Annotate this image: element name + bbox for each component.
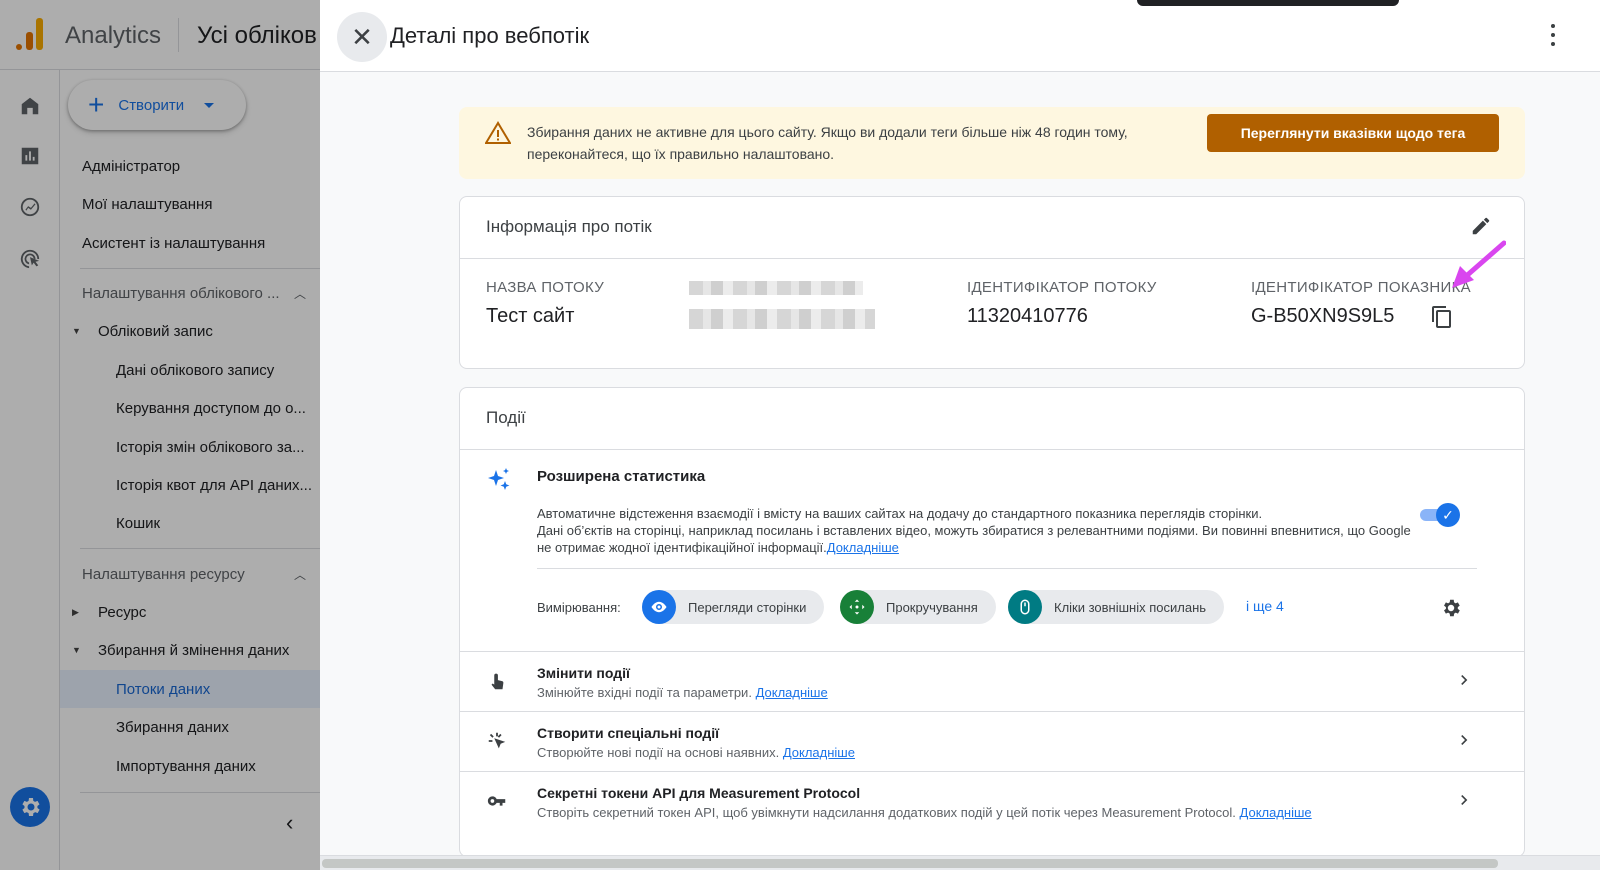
enhanced-measurement-title: Розширена статистика (537, 468, 706, 485)
row-subtitle: Змінюйте вхідні події та параметри. Докл… (537, 685, 828, 700)
stream-name-value: Тест сайт (486, 305, 575, 327)
row-title: Змінити події (537, 665, 630, 681)
create-custom-events-row[interactable]: Створити спеціальні події Створюйте нові… (460, 711, 1524, 771)
scroll-icon (840, 590, 874, 624)
web-stream-details-panel: ✕ Деталі про вебпотік Збирання даних не … (320, 0, 1600, 870)
view-tag-instructions-button[interactable]: Переглянути вказівки щодо тега (1207, 114, 1499, 152)
card-header: Події (460, 388, 1524, 450)
stream-id-value: 11320410776 (967, 305, 1088, 327)
scrollbar-thumb[interactable] (322, 859, 1498, 868)
modify-events-row[interactable]: Змінити події Змінюйте вхідні події та п… (460, 651, 1524, 711)
chip-scrolls[interactable]: Прокручування (840, 590, 996, 624)
copy-icon[interactable] (1430, 305, 1456, 331)
row-subtitle-text: Змінюйте вхідні події та параметри. (537, 685, 752, 700)
click-sparkle-icon (486, 730, 510, 754)
warning-text: Збирання даних не активне для цього сайт… (527, 124, 1128, 162)
learn-more-link[interactable]: Докладніше (783, 745, 855, 760)
edit-pencil-icon[interactable] (1470, 215, 1494, 239)
measuring-label: Вимірювання: (537, 600, 621, 615)
eye-icon (642, 590, 676, 624)
chevron-right-icon (1454, 730, 1474, 754)
learn-more-link[interactable]: Докладніше (1240, 805, 1312, 820)
close-button[interactable]: ✕ (337, 12, 387, 62)
card-header: Інформація про потік (460, 197, 1524, 259)
chip-label: Перегляди сторінки (688, 599, 807, 615)
gear-icon[interactable] (1440, 597, 1464, 621)
chip-page-views[interactable]: Перегляди сторінки (642, 590, 825, 624)
chevron-right-icon (1454, 670, 1474, 694)
overlay-strip (1137, 0, 1399, 6)
sparkle-icon (486, 467, 512, 493)
measurement-id-label: ІДЕНТИФІКАТОР ПОКАЗНИКА (1251, 279, 1471, 296)
card-title: Події (486, 408, 526, 427)
measurement-id-value: G-B50XN9S9L5 (1251, 305, 1395, 327)
warning-banner: Збирання даних не активне для цього сайт… (459, 107, 1525, 179)
divider (537, 568, 1477, 569)
row-subtitle: Створіть секретний токен API, щоб увімкн… (537, 805, 1312, 820)
warning-icon (484, 121, 512, 145)
learn-more-link[interactable]: Докладніше (827, 540, 899, 555)
row-title: Створити спеціальні події (537, 725, 720, 741)
redacted-url (689, 309, 875, 329)
redacted-url (689, 281, 863, 295)
annotation-arrow-icon (1452, 240, 1506, 288)
chip-label: Прокручування (886, 599, 978, 615)
row-title: Секретні токени API для Measurement Prot… (537, 785, 861, 801)
chip-outbound-clicks[interactable]: Кліки зовнішніх посилань (1008, 590, 1225, 624)
row-subtitle: Створюйте нові події на основі наявних. … (537, 745, 855, 760)
enhanced-measurement-toggle[interactable]: ✓ (1418, 503, 1460, 527)
chip-label: Кліки зовнішніх посилань (1054, 599, 1207, 615)
stream-id-label: ІДЕНТИФІКАТОР ПОТОКУ (967, 279, 1157, 296)
card-title: Інформація про потік (486, 217, 652, 236)
row-subtitle-text: Створюйте нові події на основі наявних. (537, 745, 780, 760)
panel-header: ✕ Деталі про вебпотік (320, 0, 1600, 72)
close-icon: ✕ (351, 21, 373, 52)
horizontal-scrollbar[interactable] (320, 855, 1600, 870)
mouse-icon (1008, 590, 1042, 624)
key-icon (486, 790, 510, 814)
stream-info-card: Інформація про потік НАЗВА ПОТОКУ Тест с… (459, 196, 1525, 369)
touch-icon (486, 670, 510, 694)
stream-name-label: НАЗВА ПОТОКУ (486, 279, 605, 296)
enhanced-measurement-description: Автоматичне відстеження взаємодії і вміс… (537, 505, 1427, 556)
measurement-protocol-secrets-row[interactable]: Секретні токени API для Measurement Prot… (460, 771, 1524, 831)
events-card: Події Розширена статистика Автоматичне в… (459, 387, 1525, 857)
check-icon: ✓ (1436, 503, 1460, 527)
row-subtitle-text: Створіть секретний токен API, щоб увімкн… (537, 805, 1236, 820)
description-line: Автоматичне відстеження взаємодії і вміс… (537, 506, 1263, 521)
more-options-icon[interactable] (1550, 24, 1556, 46)
description-line: Дані об’єктів на сторінці, наприклад пос… (537, 523, 1411, 555)
chevron-right-icon (1454, 790, 1474, 814)
learn-more-link[interactable]: Докладніше (756, 685, 828, 700)
more-measurements-link[interactable]: і ще 4 (1246, 598, 1284, 614)
panel-title: Деталі про вебпотік (390, 23, 590, 48)
